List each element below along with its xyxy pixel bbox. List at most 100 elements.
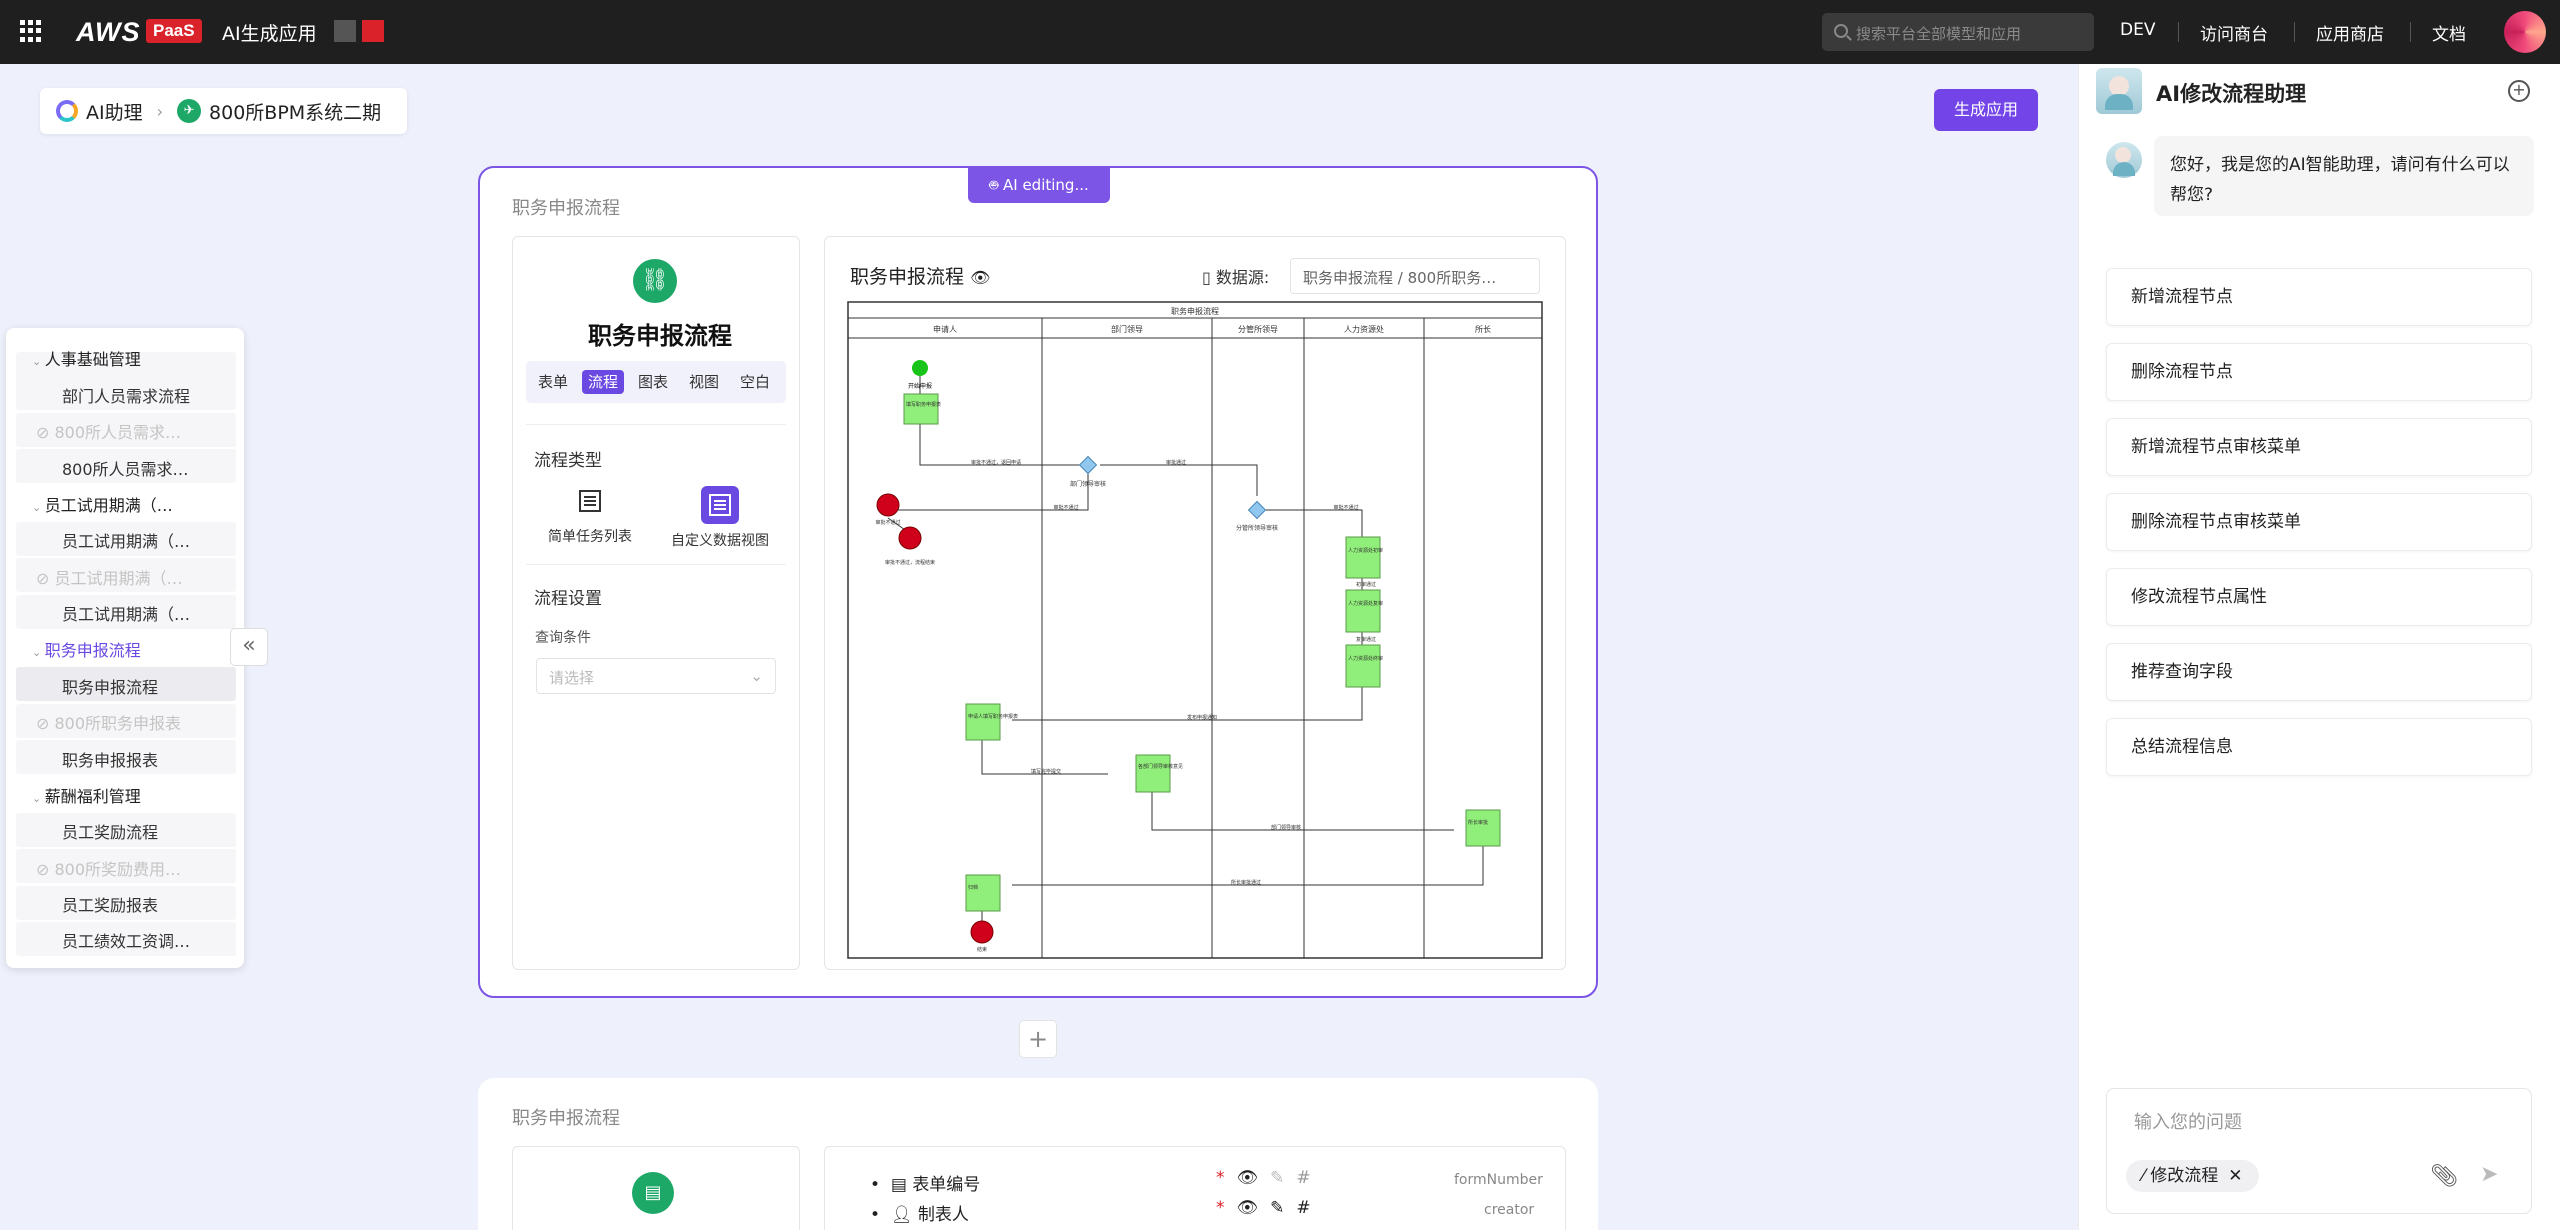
svg-text:填写职务申报表: 填写职务申报表 [906,401,941,408]
tree-item[interactable]: 800所人员需求… [62,456,189,480]
svg-text:各部门领导审核意见: 各部门领导审核意见 [1138,763,1183,770]
svg-text:申请人填写职务申报表: 申请人填写职务申报表 [968,713,1018,720]
eye-off-icon: ⊘ [36,714,55,733]
tree-item[interactable]: 部门人员需求流程 [62,383,190,407]
svg-text:结束: 结束 [977,946,987,953]
mode-tag[interactable]: ⁄ 修改流程 ✕ [2126,1160,2259,1192]
lane-vice-director: 分管所领导 [1238,324,1278,334]
type-custom-data-view[interactable]: 自定义数据视图 [660,486,780,550]
svg-text:审批不通过: 审批不通过 [875,519,900,526]
svg-text:审批不通过，流程结束: 审批不通过，流程结束 [885,559,935,566]
chevron-right-icon: › [156,101,164,121]
view-tabs: 表单 流程 图表 视图 空白 [526,361,786,403]
nav-app-store[interactable]: 应用商店 [2316,20,2384,45]
lane-hr: 人力资源处 [1344,324,1384,334]
svg-text:发布申报通知: 发布申报通知 [1187,714,1217,721]
chat-title: AI修改流程助理 [2156,82,2307,106]
platform-search-input[interactable]: 搜索平台全部模型和应用 [1822,13,2094,51]
bpmn-diagram[interactable]: 职务申报流程 申请人 部门领导 分管所领导 人力资源处 所长 开始申报 填写职务… [846,300,1546,960]
close-icon: ✕ [2228,1166,2243,1186]
datasource-select[interactable]: 职务申报流程 / 800所职务… [1290,258,1540,294]
app-grid-icon[interactable] [20,20,42,42]
action-add-review-menu[interactable]: 新增流程节点审核菜单 [2106,418,2532,476]
chat-input[interactable] [2106,1088,2532,1214]
pool-title: 职务申报流程 [1171,306,1219,316]
collapse-sidebar-button[interactable]: « [230,628,268,666]
tab-process[interactable]: 流程 [582,370,625,394]
tab-view[interactable]: 视图 [683,370,725,394]
user-avatar[interactable] [2504,11,2546,53]
tree-item[interactable]: 员工试用期满（… [62,528,190,552]
breadcrumb-ai-assistant[interactable]: AI助理 [86,98,143,125]
query-condition-select[interactable]: 请选择 ⌄ [536,658,776,694]
breadcrumb-app[interactable]: 800所BPM系统二期 [209,98,381,125]
paas-badge: PaaS [146,19,202,43]
end-event-reject-2 [898,526,922,550]
svg-text:审批不通过，退回申请: 审批不通过，退回申请 [971,459,1021,466]
task-applicant-fill [965,703,1001,741]
breadcrumb: AI助理 › ✈ 800所BPM系统二期 [40,88,407,134]
field-form-number[interactable]: • ▤ 表单编号 [870,1170,980,1195]
tree-group-hr-basic[interactable]: ⌄ 人事基础管理 [32,346,141,370]
action-summarize[interactable]: 总结流程信息 [2106,718,2532,776]
diagram-title: 职务申报流程 👁︎ [850,266,991,288]
add-block-button[interactable]: + [1019,1020,1057,1058]
required-icon: * [1216,1168,1237,1188]
svg-text:开始申报: 开始申报 [908,382,932,390]
tab-form[interactable]: 表单 [532,370,574,394]
svg-text:人力资源处初审: 人力资源处初审 [1348,547,1383,554]
nav-dev[interactable]: DEV [2120,20,2155,40]
action-delete-node[interactable]: 删除流程节点 [2106,343,2532,401]
svg-text:人力资源处复审: 人力资源处复审 [1348,600,1383,607]
nav-visit[interactable]: 访问商台 [2200,20,2268,45]
task-fill-form [903,393,939,425]
tree-item-hidden[interactable]: ⊘ 800所奖励费用… [36,856,181,880]
svg-text:审批不通过: 审批不通过 [1333,504,1358,511]
nav-docs[interactable]: 文档 [2432,20,2466,45]
tree-item[interactable]: 员工绩效工资调… [62,928,190,952]
action-add-node[interactable]: 新增流程节点 [2106,268,2532,326]
data-view-icon [701,486,739,524]
theme-gray-square[interactable] [334,20,356,42]
card2-title: 职务申报流程 [512,1108,620,1129]
eye-icon: 👁︎ [970,268,991,287]
assistant-greeting: 您好，我是您的AI智能助理，请问有什么可以帮您? [2154,136,2534,216]
field-creator[interactable]: • 👤︎ 制表人 [870,1200,969,1225]
svg-text:归档: 归档 [968,884,978,891]
lane-dept-leader: 部门领导 [1111,324,1143,334]
tree-group-compensation[interactable]: ⌄ 薪酬福利管理 [32,783,141,807]
top-bar: AWS PaaS AI生成应用 搜索平台全部模型和应用 DEV 访问商台 应用商… [0,0,2560,64]
tree-item-hidden[interactable]: ⊘ 800所职务申报表 [36,710,181,734]
flow-settings-heading: 流程设置 [534,589,602,609]
tree-group-probation[interactable]: ⌄ 员工试用期满（… [32,492,173,516]
attachment-icon[interactable]: 📎︎ [2430,1164,2458,1189]
app-title: AI生成应用 [222,23,317,45]
tree-item-hidden[interactable]: ⊘ 员工试用期满（… [36,565,183,589]
svg-text:复审通过: 复审通过 [1356,636,1376,643]
process-name: 职务申报流程 [588,322,732,350]
action-recommend-fields[interactable]: 推荐查询字段 [2106,643,2532,701]
type-simple-task-list[interactable]: 简单任务列表 [540,488,640,546]
tree-item[interactable]: 员工奖励流程 [62,819,158,843]
tree-item-hidden[interactable]: ⊘ 800所人员需求… [36,419,181,443]
tab-blank[interactable]: 空白 [734,370,776,394]
svg-text:填写完毕提交: 填写完毕提交 [1031,768,1061,775]
tree-item[interactable]: 职务申报报表 [62,747,158,771]
svg-text:人力资源处终审: 人力资源处终审 [1348,655,1383,662]
end-event [970,920,994,944]
tree-item-selected[interactable]: 职务申报流程 [62,674,158,698]
action-edit-node-props[interactable]: 修改流程节点属性 [2106,568,2532,626]
tree-group-position-apply[interactable]: ⌄ 职务申报流程 [32,637,141,661]
tree-item[interactable]: 员工试用期满（… [62,601,190,625]
tab-chart[interactable]: 图表 [632,370,674,394]
hash-icon: # [1296,1168,1323,1188]
navigation-tree: ⌄ 人事基础管理 部门人员需求流程 ⊘ 800所人员需求… 800所人员需求… … [6,328,244,968]
action-delete-review-menu[interactable]: 删除流程节点审核菜单 [2106,493,2532,551]
tree-item[interactable]: 员工奖励报表 [62,892,158,916]
theme-red-square[interactable] [362,20,384,42]
robot-icon: 🤖︎ [989,176,1003,194]
send-icon[interactable]: ➤ [2480,1162,2498,1187]
new-chat-icon[interactable]: + [2508,80,2530,102]
svg-text:初审通过: 初审通过 [1356,581,1376,588]
generate-app-button[interactable]: 生成应用 [1934,89,2038,131]
